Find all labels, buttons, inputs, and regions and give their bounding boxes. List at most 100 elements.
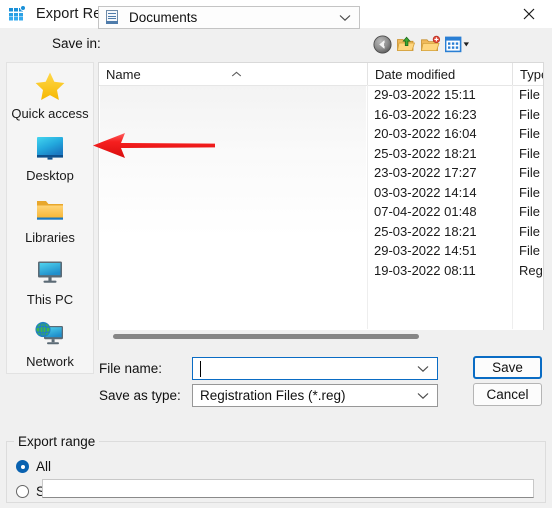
folder-icon [32, 193, 68, 227]
registry-editor-icon [9, 5, 26, 22]
cell-name [106, 183, 364, 203]
radio-label: All [36, 459, 52, 474]
places-bar: Quick access Desktop Libraries This PC N… [6, 62, 94, 374]
views-grid-icon [445, 36, 469, 52]
column-header-label: Type [520, 66, 543, 82]
cell-date-modified: 25-03-2022 18:21 [374, 145, 477, 161]
cell-date-modified: 29-03-2022 15:11 [374, 87, 476, 103]
selected-branch-input[interactable] [42, 479, 534, 498]
table-row[interactable]: 29-03-2022 14:51 File fo [99, 241, 543, 261]
cell-date-modified: 19-03-2022 08:11 [374, 262, 476, 278]
file-list-header: Name Date modified Type [99, 63, 543, 86]
save-in-value: Documents [129, 10, 198, 25]
file-list[interactable]: Name Date modified Type 29-03-2022 15:11… [98, 62, 544, 330]
place-network[interactable]: Network [7, 317, 93, 375]
cell-name [106, 241, 364, 261]
close-button[interactable] [506, 0, 552, 28]
table-row[interactable]: 25-03-2022 18:21 File fo [99, 144, 543, 164]
chevron-down-icon[interactable] [417, 360, 429, 378]
place-label: Network [26, 354, 74, 369]
monitor-icon [32, 255, 68, 289]
table-row[interactable]: 20-03-2022 16:04 File fo [99, 124, 543, 144]
documents-library-icon [105, 10, 120, 25]
file-name-label: File name: [99, 361, 163, 376]
cell-date-modified: 25-03-2022 18:21 [374, 223, 477, 239]
cell-date-modified: 07-04-2022 01:48 [374, 204, 477, 220]
cell-type: File fo [519, 87, 543, 103]
radio-export-all[interactable]: All [16, 459, 51, 474]
cell-type: File fo [519, 184, 543, 200]
cell-type: File fo [519, 165, 543, 181]
column-header-label: Name [106, 66, 141, 82]
table-row[interactable]: 25-03-2022 18:21 File fo [99, 222, 543, 242]
cell-name [106, 222, 364, 242]
new-folder-icon [420, 35, 440, 51]
up-one-level-button[interactable] [394, 33, 418, 55]
cell-type: File fo [519, 145, 543, 161]
star-icon [32, 69, 68, 103]
save-in-combobox[interactable]: Documents [98, 6, 360, 29]
cell-date-modified: 29-03-2022 14:51 [374, 243, 477, 259]
save-button[interactable]: Save [473, 356, 542, 379]
save-as-type-combobox[interactable]: Registration Files (*.reg) [192, 384, 438, 407]
radio-selected-icon [16, 460, 29, 473]
cell-date-modified: 23-03-2022 17:27 [374, 165, 477, 181]
globe-network-icon [32, 317, 68, 351]
table-row[interactable]: 07-04-2022 01:48 File fo [99, 202, 543, 222]
table-row[interactable]: 23-03-2022 17:27 File fo [99, 163, 543, 183]
cell-type: File fo [519, 223, 543, 239]
place-quick-access[interactable]: Quick access [7, 69, 93, 127]
horizontal-scrollbar[interactable] [98, 330, 544, 344]
cell-name [106, 202, 364, 222]
up-folder-icon [397, 36, 416, 51]
column-header-type[interactable]: Type [512, 63, 543, 85]
views-button[interactable] [443, 33, 473, 55]
new-folder-button[interactable] [418, 33, 442, 55]
chevron-down-icon[interactable] [417, 387, 429, 405]
file-name-input[interactable] [192, 357, 438, 380]
export-registry-file-dialog: Export Registry File Save in: Documents [0, 0, 552, 508]
scrollbar-thumb[interactable] [113, 334, 419, 339]
place-label: This PC [26, 292, 74, 307]
cell-name [106, 163, 364, 183]
column-header-label: Date modified [375, 66, 456, 82]
cell-type: File fo [519, 126, 543, 142]
cell-date-modified: 20-03-2022 16:04 [374, 126, 477, 142]
save-in-label: Save in: [52, 36, 101, 51]
cell-type: Regis [519, 262, 543, 278]
back-arrow-icon [372, 34, 392, 54]
desktop-icon [32, 131, 68, 165]
cell-name [106, 124, 364, 144]
cell-date-modified: 03-03-2022 14:14 [374, 184, 477, 200]
sort-ascending-icon [231, 66, 242, 81]
table-row[interactable]: 19-03-2022 08:11 Regis [99, 261, 543, 281]
table-row[interactable]: 03-03-2022 14:14 File fo [99, 183, 543, 203]
table-row[interactable]: 29-03-2022 15:11 File fo [99, 85, 543, 105]
cell-name [106, 261, 364, 281]
export-range-legend: Export range [14, 434, 100, 449]
text-caret [200, 361, 201, 377]
table-row[interactable]: 16-03-2022 16:23 File fo [99, 105, 543, 125]
cell-type: File fo [519, 243, 543, 259]
cell-type: File fo [519, 204, 543, 220]
close-icon [523, 8, 535, 20]
save-as-type-label: Save as type: [99, 388, 181, 403]
column-header-name[interactable]: Name [99, 63, 367, 85]
column-header-date-modified[interactable]: Date modified [367, 63, 512, 85]
file-list-body: 29-03-2022 15:11 File fo 16-03-2022 16:23 F… [99, 85, 543, 329]
place-this-pc[interactable]: This PC [7, 255, 93, 313]
radio-unselected-icon [16, 485, 29, 498]
place-label: Quick access [11, 106, 89, 121]
cell-name [106, 144, 364, 164]
place-libraries[interactable]: Libraries [7, 193, 93, 251]
place-desktop[interactable]: Desktop [7, 131, 93, 189]
cell-name [106, 105, 364, 125]
place-label: Desktop [26, 168, 74, 183]
back-button[interactable] [370, 33, 394, 55]
save-as-type-value: Registration Files (*.reg) [200, 388, 346, 403]
place-label: Libraries [25, 230, 75, 245]
cell-date-modified: 16-03-2022 16:23 [374, 106, 477, 122]
cancel-button[interactable]: Cancel [473, 383, 542, 406]
chevron-down-icon [339, 9, 351, 27]
cell-name [106, 85, 364, 105]
